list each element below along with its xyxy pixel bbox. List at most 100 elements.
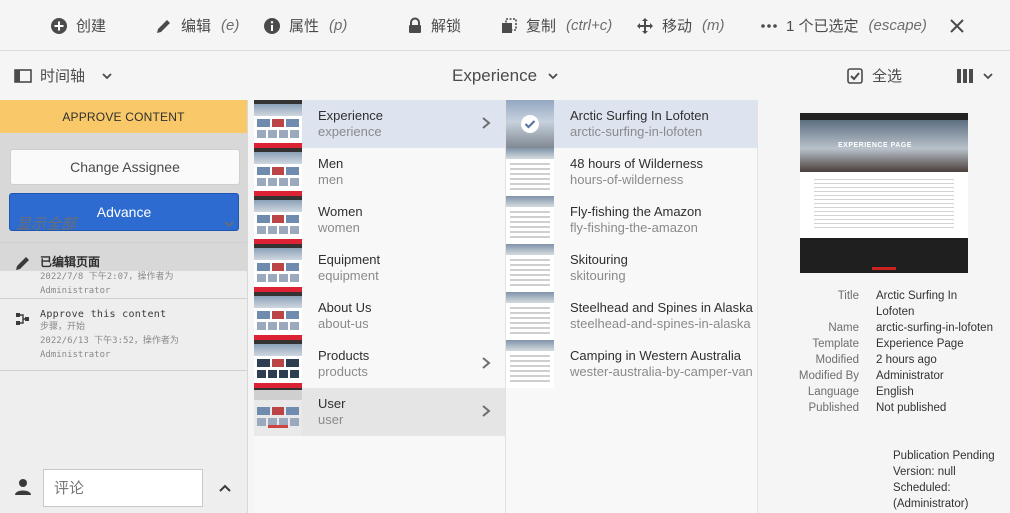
metadata-label: Modified [815,354,859,366]
pencil-icon [15,255,31,274]
selection-count[interactable]: 1 个已选定 (escape) [760,0,927,51]
column-item-experience[interactable]: Experience experience [254,100,505,148]
column-item-hours-of-wilderness[interactable]: 48 hours of Wilderness hours-of-wildernes… [506,148,757,196]
timeline-entry[interactable]: 已编辑页面 2022/7/8 下午2:07，操作者为 Administrator [0,243,247,299]
breadcrumb-title: Experience [452,65,538,85]
page-thumbnail [254,244,302,292]
rail-icon [14,68,32,83]
timeline-entry-user: Administrator [40,350,111,360]
metadata-label: Template [812,338,859,350]
comment-input[interactable] [43,469,203,507]
create-button[interactable]: 创建 [50,0,106,51]
item-title: Equipment [318,252,381,267]
properties-button[interactable]: 属性 (p) [263,0,347,51]
move-icon [637,17,653,34]
timeline-entry-date: 2022/6/13 下午3:52，操作者为 [40,336,179,346]
item-title: Steelhead and Spines in Alaska [570,300,753,315]
change-assignee-button[interactable]: Change Assignee [10,149,240,185]
metadata-row: Modified By Administrator [759,368,1010,384]
chevron-right-icon[interactable] [481,116,491,133]
create-label: 创建 [76,18,107,35]
lock-icon [409,17,421,33]
item-title: Skitouring [570,252,628,267]
column-item-arctic-surfing-in-lofoten[interactable]: Arctic Surfing In Lofoten arctic-surfing-… [506,100,757,148]
pencil-icon [157,19,170,33]
column-item-products[interactable]: Products products [254,340,505,388]
timeline-entry-user: Administrator [40,286,111,296]
selected-check-icon[interactable] [506,100,554,148]
page-thumbnail [506,148,554,196]
chevron-right-icon[interactable] [481,404,491,421]
metadata-label: Language [807,386,859,398]
column-item-wester-australia-by-camper-van[interactable]: Camping in Western Australia wester-austr… [506,340,757,388]
move-shortcut: (m) [702,17,725,34]
column-item-steelhead-and-spines-in-alaska[interactable]: Steelhead and Spines in Alaska steelhead-… [506,292,757,340]
metadata-value: arctic-surfing-in-lofoten [876,322,993,334]
metadata-row: Template Experience Page [759,336,1010,352]
item-text: 48 hours of Wilderness hours-of-wildernes… [570,156,703,188]
item-title: Arctic Surfing In Lofoten [570,108,709,123]
page-thumbnail [254,340,302,388]
add-circle-icon [51,17,67,34]
move-label: 移动 [662,18,693,35]
checkbox-icon [847,67,863,84]
item-name: about-us [318,316,369,331]
column-item-user[interactable]: User user [254,388,505,436]
column-item-men[interactable]: Men men [254,148,505,196]
column-experience: Arctic Surfing In Lofoten arctic-surfing-… [506,100,758,513]
toolbar: 时间轴 Experience 全选 [0,51,1010,100]
metadata-label: Modified By [798,370,859,382]
unlock-button[interactable]: 解锁 [407,0,461,51]
item-title: User [318,396,346,411]
page-thumbnail [506,292,554,340]
preview-panel: EXPERIENCE PAGE Title Arctic Surfing In L… [759,100,1010,513]
column-item-about-us[interactable]: About Us about-us [254,292,505,340]
breadcrumb[interactable]: Experience [452,51,559,100]
unlock-label: 解锁 [431,18,462,35]
timeline-filter-label: 显示全部 [16,216,77,233]
edit-shortcut: (e) [221,17,240,34]
more-icon [761,23,777,28]
page-thumbnail [506,340,554,388]
timeline-entry[interactable]: Approve this content 步骤，开始 2022/6/13 下午3… [0,299,247,371]
item-text: Experience experience [318,108,383,140]
item-text: Arctic Surfing In Lofoten arctic-surfing-… [570,108,709,140]
view-switcher[interactable] [956,51,994,100]
column-item-women[interactable]: Women women [254,196,505,244]
copy-button[interactable]: 复制 (ctrl+c) [500,0,612,51]
chevron-down-icon [983,72,993,79]
close-selection-button[interactable] [949,0,965,51]
select-all-button[interactable]: 全选 [846,51,902,100]
rail-toggle[interactable]: 时间轴 [14,51,113,100]
chevron-up-icon[interactable] [218,481,232,498]
metadata-value: Arctic Surfing In Lofoten [876,290,958,318]
item-name: experience [318,124,382,139]
metadata-value: Administrator [876,370,944,382]
user-icon [14,478,32,499]
page-thumbnail [254,388,302,436]
item-title: About Us [318,300,372,315]
item-text: Camping in Western Australia wester-austr… [570,348,753,380]
item-name: men [318,172,344,187]
column-item-equipment[interactable]: Equipment equipment [254,244,505,292]
edit-button[interactable]: 编辑 (e) [155,0,239,51]
item-title: Men [318,156,344,171]
item-title: 48 hours of Wilderness [570,156,703,171]
metadata-value: English [876,386,914,398]
item-name: hours-of-wilderness [570,172,684,187]
item-title: Fly-fishing the Amazon [570,204,702,219]
timeline-entry-date: 2022/7/8 下午2:07，操作者为 [40,272,174,282]
rail-toggle-label: 时间轴 [40,68,86,85]
chevron-right-icon[interactable] [481,356,491,373]
item-text: Men men [318,156,343,188]
page-preview-thumbnail[interactable]: EXPERIENCE PAGE [800,113,968,273]
preview-hero-text: EXPERIENCE PAGE [838,142,912,149]
page-thumbnail [506,244,554,292]
move-button[interactable]: 移动 (m) [636,0,725,51]
page-thumbnail [254,196,302,244]
item-title: Camping in Western Australia [570,348,742,363]
timeline-entry-title: Approve this content [40,309,167,320]
column-item-skitouring[interactable]: Skitouring skitouring [506,244,757,292]
column-item-fly-fishing-the-amazon[interactable]: Fly-fishing the Amazon fly-fishing-the-am… [506,196,757,244]
item-name: wester-australia-by-camper-van [570,364,753,379]
